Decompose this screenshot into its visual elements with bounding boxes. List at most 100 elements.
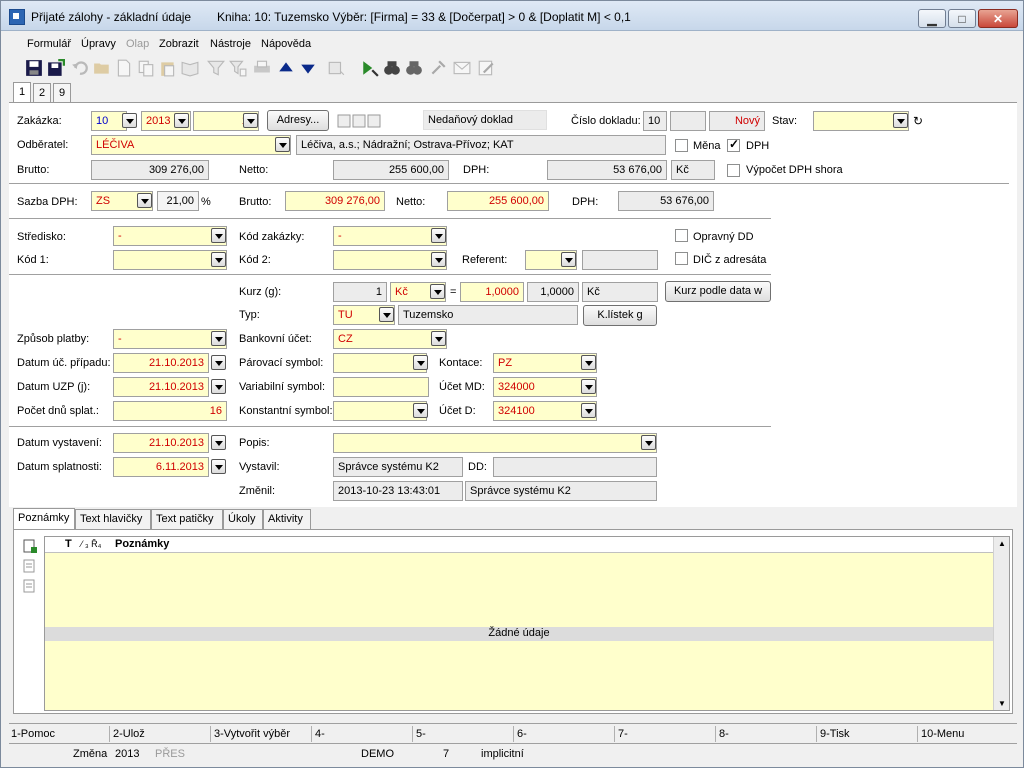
f5[interactable]: 5- [416, 728, 426, 740]
kod-zakazky-dropdown[interactable] [431, 228, 446, 243]
kod1-field[interactable] [113, 250, 227, 270]
datum-uc-field[interactable]: 21.10.2013 [113, 353, 209, 373]
kod2-dropdown[interactable] [431, 252, 446, 267]
cislo-dokladu-field[interactable]: Nový [709, 111, 765, 131]
menu-olap[interactable]: Olap [126, 38, 149, 50]
zakazka-year-dropdown[interactable] [174, 113, 189, 128]
ucet-d-dropdown[interactable] [581, 403, 596, 418]
notes-grid[interactable]: T ⁄ ₃ Ř₄ Poznámky Žádné údaje ▲ ▼ [44, 536, 1010, 711]
mail-icon[interactable] [453, 59, 471, 77]
documents-icon[interactable] [337, 113, 383, 129]
scroll-up-icon[interactable]: ▲ [998, 539, 1006, 548]
tab-ukoly[interactable]: Úkoly [223, 509, 263, 529]
vypocet-dph-checkbox[interactable] [727, 164, 740, 177]
opravny-dd-checkbox[interactable] [675, 229, 688, 242]
f7[interactable]: 7- [618, 728, 628, 740]
filter-icon[interactable] [207, 59, 225, 77]
tab-aktivity[interactable]: Aktivity [263, 509, 311, 529]
kurz-currency-dropdown[interactable] [430, 284, 445, 299]
stav-dropdown[interactable] [893, 113, 908, 128]
mena-checkbox[interactable] [675, 139, 688, 152]
run-icon[interactable] [361, 59, 379, 77]
datum-splatnosti-calendar-button[interactable] [211, 459, 226, 474]
kod1-dropdown[interactable] [211, 252, 226, 267]
maximize-button[interactable]: □ [948, 9, 976, 28]
dic-adresata-checkbox[interactable] [675, 252, 688, 265]
bankovni-ucet-dropdown[interactable] [431, 331, 446, 346]
dph-checkbox[interactable] [727, 137, 740, 152]
odberatel-dropdown[interactable] [275, 137, 290, 152]
tab-text-paticky[interactable]: Text patičky [151, 509, 223, 529]
datum-vystaveni-field[interactable]: 21.10.2013 [113, 433, 209, 453]
vertical-scrollbar[interactable]: ▲ ▼ [993, 537, 1009, 710]
datum-uc-calendar-button[interactable] [211, 355, 226, 370]
stredisko-dropdown[interactable] [211, 228, 226, 243]
zakazka-number-dropdown[interactable] [243, 113, 258, 128]
find-icon[interactable] [383, 59, 401, 77]
save-as-icon[interactable] [47, 59, 65, 77]
delete-note-icon[interactable] [22, 578, 38, 594]
menu-zobrazit[interactable]: Zobrazit [159, 38, 199, 50]
sazba-dph-dropdown[interactable] [137, 193, 152, 208]
kod-zakazky-field[interactable]: - [333, 226, 447, 246]
datum-vystaveni-calendar-button[interactable] [211, 435, 226, 450]
f3-vytvorit-vyber[interactable]: 3-Vytvořit výběr [214, 728, 290, 740]
history-icon[interactable]: ↻ [913, 114, 923, 128]
minimize-button[interactable]: ▁ [918, 9, 946, 28]
menu-formular[interactable]: Formulář [27, 38, 71, 50]
menu-upravy[interactable]: Úpravy [81, 38, 116, 50]
typ-dropdown[interactable] [379, 307, 394, 322]
tab-poznamky[interactable]: Poznámky [13, 508, 75, 529]
open-icon[interactable] [93, 59, 111, 77]
column-icons[interactable]: ⁄ ₃ Ř₄ [81, 539, 101, 549]
f2-uloz[interactable]: 2-Ulož [113, 728, 145, 740]
sazba-netto-field[interactable]: 255 600,00 [447, 191, 549, 211]
klistek-button[interactable]: K.lístek g [583, 305, 657, 326]
edit-note-icon[interactable] [22, 558, 38, 574]
parovaci-symbol-dropdown[interactable] [413, 355, 428, 370]
scroll-down-icon[interactable]: ▼ [998, 699, 1006, 708]
find-next-icon[interactable] [405, 59, 423, 77]
cislo-dokladu-mid-field[interactable] [670, 111, 706, 131]
tab-text-hlavicky[interactable]: Text hlavičky [75, 509, 151, 529]
popis-field[interactable] [333, 433, 657, 453]
f8[interactable]: 8- [719, 728, 729, 740]
save-icon[interactable] [25, 59, 43, 77]
f9-tisk[interactable]: 9-Tisk [820, 728, 850, 740]
popis-dropdown[interactable] [641, 435, 656, 450]
odberatel-field[interactable]: LÉČIVA [91, 135, 291, 155]
column-poznamky[interactable]: Poznámky [115, 538, 169, 550]
datum-uzp-field[interactable]: 21.10.2013 [113, 377, 209, 397]
export-icon[interactable] [327, 59, 345, 77]
kontace-dropdown[interactable] [581, 355, 596, 370]
book-icon[interactable] [181, 59, 199, 77]
datum-splatnosti-field[interactable]: 6.11.2013 [113, 457, 209, 477]
filter-edit-icon[interactable] [229, 59, 247, 77]
tab-2[interactable]: 2 [33, 83, 51, 103]
kod2-field[interactable] [333, 250, 447, 270]
f4[interactable]: 4- [315, 728, 325, 740]
f6[interactable]: 6- [517, 728, 527, 740]
undo-icon[interactable] [71, 59, 89, 77]
sazba-brutto-field[interactable]: 309 276,00 [285, 191, 385, 211]
arrow-down-icon[interactable] [299, 59, 317, 77]
tools-icon[interactable] [429, 59, 447, 77]
referent-dropdown[interactable] [561, 252, 576, 267]
zakazka-book-dropdown[interactable] [122, 113, 137, 128]
kurz-rate-field[interactable]: 1,0000 [460, 282, 524, 302]
print-icon[interactable] [253, 59, 271, 77]
kurz-podle-data-button[interactable]: Kurz podle data w [665, 281, 771, 302]
menu-napoveda[interactable]: Nápověda [261, 38, 311, 50]
new-icon[interactable] [115, 59, 133, 77]
tab-9[interactable]: 9 [53, 83, 71, 103]
edit-icon[interactable] [477, 59, 495, 77]
ucet-md-dropdown[interactable] [581, 379, 596, 394]
arrow-up-icon[interactable] [277, 59, 295, 77]
zpusob-platby-dropdown[interactable] [211, 331, 226, 346]
copy-icon[interactable] [137, 59, 155, 77]
variabilni-symbol-field[interactable] [333, 377, 429, 397]
datum-uzp-calendar-button[interactable] [211, 379, 226, 394]
add-note-icon[interactable] [22, 538, 38, 554]
menu-nastroje[interactable]: Nástroje [210, 38, 251, 50]
bankovni-ucet-field[interactable]: CZ [333, 329, 447, 349]
